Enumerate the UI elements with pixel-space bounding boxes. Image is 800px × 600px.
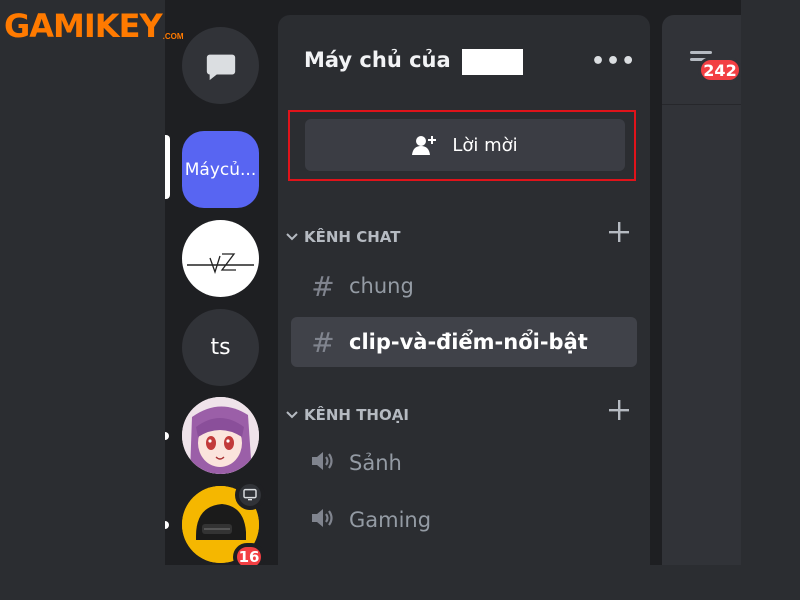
server-icon-active[interactable]: Máycủ...: [182, 131, 259, 208]
channel-name: Gaming: [349, 508, 432, 532]
unread-indicator: [165, 521, 169, 529]
server-icon-vz[interactable]: [182, 220, 259, 297]
chevron-down-icon: [286, 230, 300, 244]
active-server-indicator: [165, 135, 170, 199]
speaker-icon: [305, 504, 341, 537]
voice-channel-gaming[interactable]: Gaming: [291, 495, 637, 545]
server-icon-ts[interactable]: ts: [182, 309, 259, 386]
logo-suffix: .COM: [162, 32, 184, 41]
category-label: KÊNH THOẠI: [304, 406, 409, 424]
channel-name: Sảnh: [349, 451, 402, 475]
category-voice-channels[interactable]: KÊNH THOẠI: [286, 406, 409, 424]
anime-avatar-icon: [182, 397, 259, 474]
gamikey-logo: GAMIKEY .COM: [4, 6, 184, 46]
server-icon-anime[interactable]: [182, 397, 259, 474]
invite-highlight-box: Lời mời: [288, 110, 636, 181]
add-voice-channel-button[interactable]: [608, 398, 630, 426]
chat-panel-partial: 242: [662, 15, 741, 565]
speaker-icon: [305, 447, 341, 480]
unread-indicator: [165, 432, 169, 440]
chevron-down-icon: [286, 408, 300, 422]
server-icon-pubg[interactable]: 16: [182, 480, 265, 565]
hash-icon: #: [311, 269, 335, 303]
category-text-channels[interactable]: KÊNH CHAT: [286, 228, 400, 246]
channel-name: clip-và-điểm-nổi-bật: [349, 330, 588, 354]
more-options-button[interactable]: •••: [591, 49, 636, 74]
notification-badge: 242: [698, 57, 741, 83]
invite-label: Lời mời: [452, 134, 518, 156]
screen-share-badge: [235, 480, 265, 510]
channel-panel: Máy chủ của ••• Lời mời KÊNH CHAT # chun…: [278, 15, 650, 565]
invite-button[interactable]: Lời mời: [305, 119, 625, 171]
server-abbreviation: Máycủ...: [184, 159, 257, 180]
hash-icon: #: [311, 325, 335, 359]
add-user-icon: [412, 136, 437, 155]
redacted-block: [462, 49, 523, 75]
discord-app: Máycủ... ts 16 Máy chủ của ••• Lời mời K…: [165, 0, 741, 565]
channel-clip-va-diem-noi-bat[interactable]: # clip-và-điểm-nổi-bật: [291, 317, 637, 367]
server-abbreviation: ts: [210, 335, 231, 360]
category-label: KÊNH CHAT: [304, 228, 401, 246]
server-rail: Máycủ... ts 16: [165, 0, 278, 565]
plus-icon: [609, 400, 629, 420]
mention-count-badge: 16: [233, 543, 265, 565]
direct-messages-button[interactable]: [182, 27, 259, 104]
add-text-channel-button[interactable]: [608, 220, 630, 248]
chat-header: 242: [662, 15, 741, 105]
server-name[interactable]: Máy chủ của: [304, 48, 451, 72]
vz-signature-icon: [187, 253, 254, 275]
channel-chung[interactable]: # chung: [291, 261, 637, 311]
channel-name: chung: [349, 274, 414, 298]
chat-bubble-icon: [206, 54, 235, 80]
voice-channel-sanh[interactable]: Sảnh: [291, 438, 637, 488]
plus-icon: [609, 222, 629, 242]
monitor-icon: [243, 488, 257, 501]
logo-text: GAMIKEY: [4, 7, 163, 45]
